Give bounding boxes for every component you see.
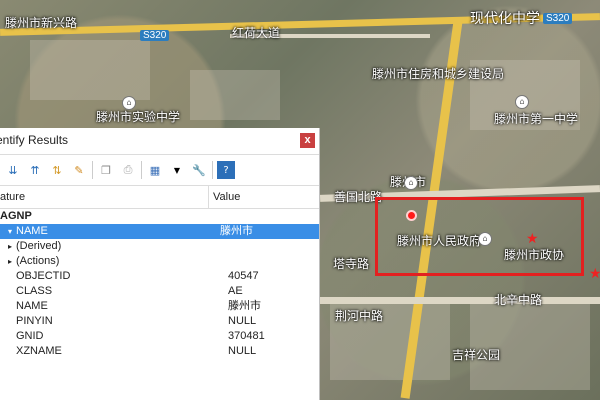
attribute-value: AE	[228, 285, 243, 297]
attribute-key: CLASS	[16, 285, 53, 297]
panel-titlebar[interactable]: entify Results x	[0, 128, 319, 155]
chevron-down-icon[interactable]: ▼	[168, 161, 186, 179]
layer-row[interactable]: AGNP	[0, 209, 319, 224]
selection-highlight-box	[375, 197, 584, 276]
road-east-west-lower	[320, 297, 600, 304]
panel-title: entify Results	[0, 133, 69, 147]
chevron-right-icon[interactable]: ▸	[8, 239, 16, 254]
identify-mode-icon[interactable]: ▦	[146, 161, 164, 179]
attribute-row[interactable]: OBJECTID 40547	[0, 269, 319, 284]
attribute-key: PINYIN	[16, 315, 53, 327]
derived-label: (Derived)	[16, 240, 62, 252]
feature-key: NAME	[16, 225, 48, 237]
identify-results-panel: entify Results x ⇊ ⇈ ⇅ ✎ ❐ ⎙ ▦ ▼ 🔧 ? atu…	[0, 128, 320, 400]
feature-column-header[interactable]: ature	[0, 186, 209, 208]
layer-name: AGNP	[0, 210, 32, 222]
feature-row-selected[interactable]: ▾ NAME 滕州市	[0, 224, 319, 239]
map-label: 红荷大道	[232, 26, 281, 40]
attribute-key: NAME	[16, 300, 48, 312]
panel-toolbar: ⇊ ⇈ ⇅ ✎ ❐ ⎙ ▦ ▼ 🔧 ?	[0, 155, 319, 186]
attribute-row[interactable]: CLASS AE	[0, 284, 319, 299]
star-icon: ★	[589, 266, 600, 282]
toolbar-separator	[141, 161, 142, 179]
location-marker[interactable]	[406, 210, 417, 221]
expand-tree-icon[interactable]: ⇊	[4, 161, 22, 179]
actions-row[interactable]: ▸ (Actions)	[0, 254, 319, 269]
attribute-value: 40547	[228, 270, 259, 282]
map-label: 吉祥公园	[452, 348, 501, 362]
map-label: 滕州市新兴路	[5, 16, 78, 30]
poi-icon: ⌂	[122, 96, 136, 110]
attribute-key: OBJECTID	[16, 270, 71, 282]
map-label: 滕州市实验中学	[96, 110, 181, 124]
attribute-value: 370481	[228, 330, 265, 342]
map-label: 北辛中路	[494, 293, 543, 307]
attribute-value: 滕州市	[228, 300, 261, 312]
expand-new-icon[interactable]: ⇅	[48, 161, 66, 179]
chevron-down-icon[interactable]: ▾	[8, 224, 16, 239]
poi-icon: ⌂	[515, 95, 529, 109]
attribute-row[interactable]: GNID 370481	[0, 329, 319, 344]
map-label: 塔寺路	[333, 257, 370, 271]
route-badge-s320-right: S320	[543, 13, 573, 24]
results-table-header: ature Value	[0, 186, 319, 209]
map-label: 荆河中路	[335, 309, 384, 323]
close-button[interactable]: x	[300, 133, 315, 148]
value-column-header[interactable]: Value	[209, 186, 240, 208]
results-tree: AGNP ▾ NAME 滕州市 ▸ (Derived) ▸ (Actions) OBJ…	[0, 209, 319, 359]
help-icon[interactable]: ?	[217, 161, 235, 179]
poi-icon: ⌂	[404, 176, 418, 190]
collapse-tree-icon[interactable]: ⇈	[26, 161, 44, 179]
print-icon[interactable]: ⎙	[119, 161, 137, 179]
chevron-right-icon[interactable]: ▸	[8, 254, 16, 269]
attribute-key: GNID	[16, 330, 44, 342]
toolbar-separator	[212, 161, 213, 179]
feature-value: 滕州市	[220, 225, 253, 237]
clear-results-icon[interactable]: ✎	[70, 161, 88, 179]
map-label: 滕州市住房和城乡建设局	[372, 67, 505, 81]
copy-icon[interactable]: ❐	[97, 161, 115, 179]
actions-label: (Actions)	[16, 255, 60, 267]
attribute-row[interactable]: PINYIN NULL	[0, 314, 319, 329]
derived-row[interactable]: ▸ (Derived)	[0, 239, 319, 254]
settings-wrench-icon[interactable]: 🔧	[190, 161, 208, 179]
attribute-key: XZNAME	[16, 345, 62, 357]
toolbar-separator	[92, 161, 93, 179]
attribute-value: NULL	[228, 345, 257, 357]
attribute-row[interactable]: NAME 滕州市	[0, 299, 319, 314]
map-label: 滕州市第一中学	[494, 112, 579, 126]
attribute-row[interactable]: XZNAME NULL	[0, 344, 319, 359]
route-badge-s320: S320	[140, 30, 170, 41]
map-label: 现代化中学	[470, 11, 540, 27]
attribute-value: NULL	[228, 315, 257, 327]
